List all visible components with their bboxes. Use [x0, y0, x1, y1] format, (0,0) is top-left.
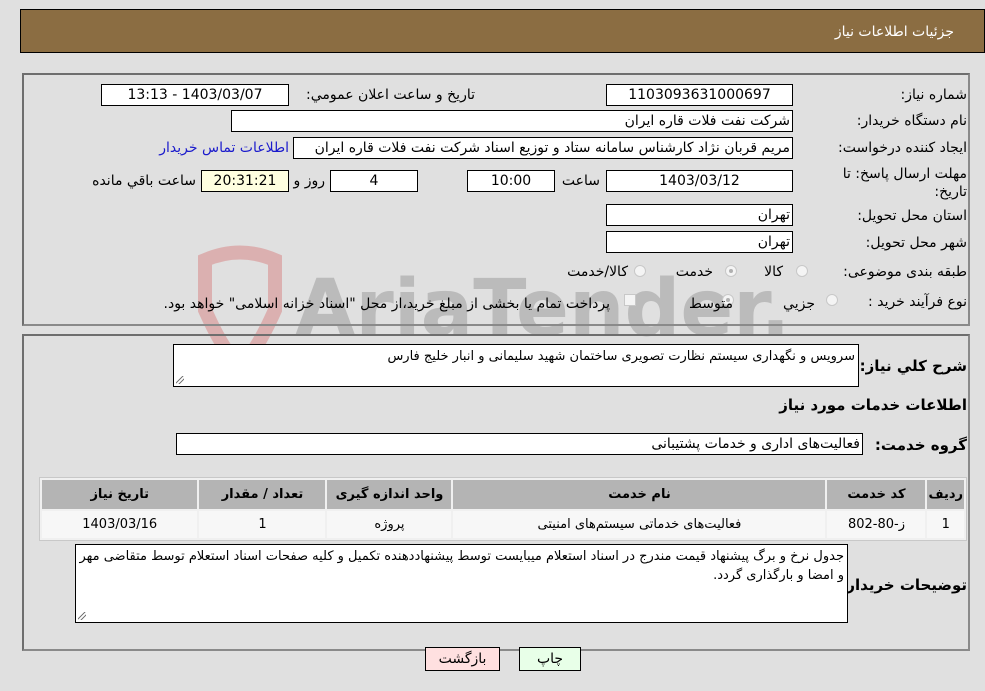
- buyer-notes-textarea[interactable]: جدول نرخ و برگ پیشنهاد قیمت مندرج در اسن…: [75, 544, 848, 623]
- purchase-type-option-minor: جزيي: [783, 296, 815, 312]
- col-header-service-name: نام خدمت: [453, 480, 826, 509]
- deadline-label: مهلت ارسال پاسخ: تا تاریخ:: [842, 166, 967, 200]
- purchase-type-option-medium: متوسط: [689, 296, 733, 312]
- category-option-goods-service: کالا/خدمت: [567, 264, 628, 280]
- col-header-quantity: تعداد / مقدار: [199, 480, 326, 509]
- resize-grip-icon[interactable]: [78, 612, 86, 620]
- page-title: جزئیات اطلاعات نیاز: [834, 24, 954, 40]
- table-header-row: ردیف کد خدمت نام خدمت واحد اندازه گیری ت…: [42, 480, 964, 509]
- print-button[interactable]: چاپ: [519, 647, 581, 671]
- announce-datetime-field: 1403/03/07 - 13:13: [101, 84, 289, 106]
- cell-quantity: 1: [199, 511, 326, 538]
- remaining-days-label: روز و: [293, 173, 326, 189]
- services-heading: اطلاعات خدمات مورد نیاز: [779, 396, 967, 414]
- purchase-type-radio-minor[interactable]: [826, 294, 838, 306]
- need-number-field: 1103093631000697: [606, 84, 793, 106]
- deadline-time-label: ساعت: [561, 173, 600, 189]
- description-text: سرویس و نگهداری سیستم نظارت تصویری ساختم…: [387, 349, 855, 364]
- need-number-label: شماره نیاز:: [900, 87, 968, 103]
- category-option-service: خدمت: [675, 264, 713, 280]
- city-label: شهر محل تحویل:: [865, 235, 967, 251]
- creator-label: ایجاد کننده درخواست:: [838, 140, 967, 156]
- resize-grip-icon[interactable]: [176, 376, 184, 384]
- col-header-service-code: کد خدمت: [827, 480, 926, 509]
- service-group-field: فعالیت‌های اداری و خدمات پشتیبانی: [176, 433, 863, 455]
- category-radio-goods-service[interactable]: [634, 265, 646, 277]
- remaining-time-field: 20:31:21: [201, 170, 289, 192]
- purchase-type-label: نوع فرآیند خرید :: [868, 294, 967, 310]
- service-group-label: گروه خدمت:: [874, 436, 967, 454]
- treasury-checkbox[interactable]: [624, 294, 636, 306]
- buyer-contact-link[interactable]: اطلاعات تماس خریدار: [159, 140, 289, 156]
- buyer-org-label: نام دستگاه خریدار:: [856, 113, 967, 129]
- creator-field: مریم قربان نژاد کارشناس سامانه ستاد و تو…: [293, 137, 793, 159]
- city-field: تهران: [606, 231, 793, 253]
- category-label: طبقه بندی موضوعی:: [843, 264, 967, 280]
- cell-service-code: ز-80-802: [827, 511, 926, 538]
- province-label: استان محل تحویل:: [857, 208, 967, 224]
- buyer-notes-text: جدول نرخ و برگ پیشنهاد قیمت مندرج در اسن…: [79, 549, 844, 583]
- category-radio-goods[interactable]: [796, 265, 808, 277]
- cell-need-date: 1403/03/16: [42, 511, 198, 538]
- buyer-org-field: شرکت نفت فلات قاره ایران: [231, 110, 793, 132]
- province-field: تهران: [606, 204, 793, 226]
- buyer-notes-label: توضیحات خریدار:: [840, 576, 967, 594]
- category-radio-service[interactable]: [725, 265, 737, 277]
- cell-service-name: فعالیت‌های خدماتی سیستم‌های امنیتی: [453, 511, 826, 538]
- category-option-goods: کالا: [764, 264, 783, 280]
- treasury-checkbox-label: پرداخت تمام یا بخشی از مبلغ خرید،از محل …: [163, 296, 610, 312]
- col-header-row-number: ردیف: [927, 480, 964, 509]
- cell-unit: پروژه: [327, 511, 452, 538]
- cell-row-number: 1: [927, 511, 964, 538]
- table-row: 1 ز-80-802 فعالیت‌های خدماتی سیستم‌های ا…: [42, 511, 964, 538]
- remaining-days-field: 4: [330, 170, 418, 192]
- description-textarea[interactable]: سرویس و نگهداری سیستم نظارت تصویری ساختم…: [173, 344, 859, 387]
- services-table: ردیف کد خدمت نام خدمت واحد اندازه گیری ت…: [39, 477, 967, 541]
- remaining-time-label: ساعت باقي مانده: [92, 173, 196, 189]
- description-label: شرح کلي نیاز:: [859, 357, 967, 375]
- page-header: جزئیات اطلاعات نیاز: [20, 9, 985, 53]
- deadline-date-field: 1403/03/12: [606, 170, 793, 192]
- deadline-time-field: 10:00: [467, 170, 555, 192]
- back-button[interactable]: بازگشت: [425, 647, 500, 671]
- announce-datetime-label: تاریخ و ساعت اعلان عمومي:: [306, 87, 475, 103]
- col-header-need-date: تاریخ نیاز: [42, 480, 198, 509]
- col-header-unit: واحد اندازه گیری: [327, 480, 452, 509]
